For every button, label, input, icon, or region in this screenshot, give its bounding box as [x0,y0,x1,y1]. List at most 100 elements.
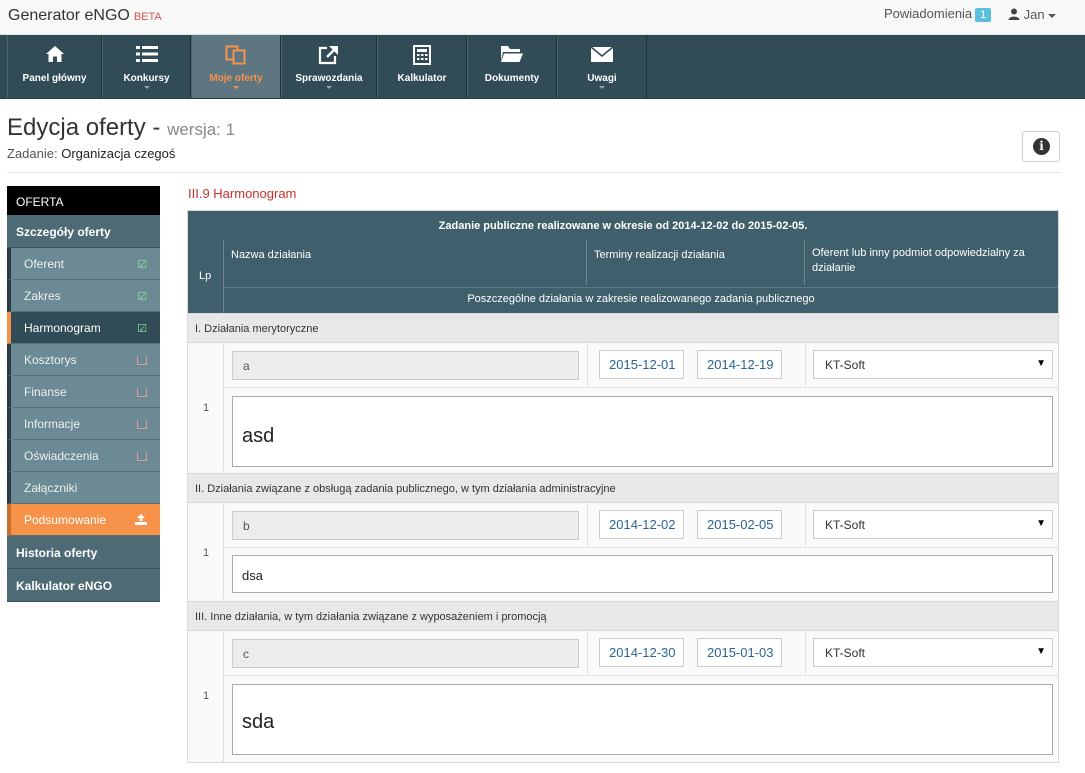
nav-label: Kalkulator [397,73,447,84]
envelope-icon [558,45,646,65]
action-name-field[interactable]: a [232,351,579,380]
date-from-field[interactable]: 2015-12-01 [599,350,684,379]
nav-item-sprawozdania[interactable]: Sprawozdania [281,35,377,98]
responsible-select[interactable]: KT-Soft ▼ [813,638,1053,667]
divider [805,631,806,675]
divider [805,343,806,387]
empty-square-icon [137,420,147,429]
date-to-field[interactable]: 2014-12-19 [697,350,782,379]
chevron-down-icon [599,86,605,89]
lp-value: 1 [203,402,210,414]
chevron-down-icon [143,86,150,89]
sidebar-item-kalkulator[interactable]: Kalkulator eNGO [7,569,160,602]
task-label: Zadanie: [7,146,58,161]
nav-item-kalkulator[interactable]: Kalkulator [377,35,467,98]
lp-value: 1 [203,690,210,702]
sidebar-item-zakres[interactable]: Zakres ☑ [7,280,160,312]
date-to-field[interactable]: 2015-02-05 [697,510,782,539]
responsible-select[interactable]: KT-Soft ▼ [813,350,1053,379]
sidebar-item-podsumowanie[interactable]: Podsumowanie [7,504,160,536]
user-menu[interactable]: Jan [1008,7,1056,22]
brand-logo[interactable]: Generator eNGO BETA [8,7,162,25]
version-label: wersja: 1 [167,120,236,139]
description-textarea[interactable]: sda [232,684,1053,755]
top-bar: Generator eNGO BETA Powiadomienia 1 Jan [0,0,1085,35]
sidebar-item-oferent[interactable]: Oferent ☑ [7,248,160,280]
nav-label: Uwagi [587,73,617,84]
notifications-link[interactable]: Powiadomienia 1 [884,6,992,22]
date-from-field[interactable]: 2014-12-30 [599,638,684,667]
nav-label: Moje oferty [209,73,263,84]
copy-icon [192,45,280,65]
action-name-field[interactable]: c [232,639,579,668]
sidebar-header: OFERTA [7,186,160,215]
col-lp: Lp [188,240,224,313]
divider [7,172,1060,173]
responsible-select[interactable]: KT-Soft ▼ [813,510,1053,539]
check-square-icon: ☑ [137,291,147,303]
folder-open-icon [468,45,556,65]
sidebar-item-kosztorys[interactable]: Kosztorys [7,344,160,376]
upload-icon [135,514,147,528]
date-from-field[interactable]: 2014-12-02 [599,510,684,539]
home-icon [8,45,101,65]
nav-item-dokumenty[interactable]: Dokumenty [467,35,557,98]
empty-square-icon [137,356,147,365]
section-title: III.9 Harmonogram [188,186,297,201]
nav-item-uwagi[interactable]: Uwagi [557,35,647,98]
offer-sidebar: OFERTA Szczegóły oferty Oferent ☑ Zakres… [7,186,160,602]
divider [224,287,1058,288]
table-row: 1 c 2014-12-30 2015-01-03 KT-Soft ▼ sda [188,631,1058,762]
nav-label: Konkursy [123,73,170,84]
sidebar-item-label: Podsumowanie [24,513,107,527]
check-square-icon: ☑ [137,259,147,271]
description-textarea[interactable]: dsa [232,555,1053,593]
period-text: Zadanie publiczne realizowane w okresie … [438,220,808,232]
sidebar-item-label: Oferent [24,257,65,271]
divider [587,631,588,675]
nav-item-konkursy[interactable]: Konkursy [102,35,191,98]
page-title-text: Edycja oferty - [7,114,161,141]
sidebar-item-historia[interactable]: Historia oferty [7,536,160,569]
group-header: I. Działania merytoryczne [188,313,1058,343]
sidebar-item-informacje[interactable]: Informacje [7,408,160,440]
table-row: 1 a 2015-12-01 2014-12-19 KT-Soft ▼ asd [188,343,1058,471]
dropdown-arrow-icon: ▼ [1036,646,1046,657]
date-to-field[interactable]: 2015-01-03 [697,638,782,667]
divider [587,503,588,547]
description-textarea[interactable]: asd [232,396,1053,467]
info-button[interactable]: i [1022,131,1060,162]
sidebar-item-label: Zakres [24,289,61,303]
divider [587,343,588,387]
subheader-text: Poszczególne działania w zakresie realiz… [467,293,815,305]
col-lp-label: Lp [199,270,212,282]
sidebar-item-szczegoly[interactable]: Szczegóły oferty [7,215,160,248]
external-link-icon [282,45,376,65]
action-name-field[interactable]: b [232,511,579,540]
sidebar-item-label: Harmonogram [24,321,101,335]
col-terms: Terminy realizacji działania [587,240,805,285]
lp-cell: 1 [188,631,224,762]
user-name: Jan [1023,7,1045,22]
responsible-value: KT-Soft [825,518,866,532]
table-header: Zadanie publiczne realizowane w okresie … [188,211,1058,313]
chevron-down-icon [233,86,239,89]
sidebar-item-label: Kosztorys [24,353,77,367]
main-navigation: Panel główny Konkursy Moje oferty Sprawo… [0,35,1085,99]
brand-name: Generator eNGO [8,7,130,24]
group-header: III. Inne działania, w tym działania zwi… [188,601,1058,631]
sidebar-item-finanse[interactable]: Finanse [7,376,160,408]
table-row: 1 b 2014-12-02 2015-02-05 KT-Soft ▼ dsa [188,503,1058,599]
sidebar-item-oswiadczenia[interactable]: Oświadczenia [7,440,160,472]
list-icon [103,45,190,65]
sidebar-item-zalaczniki[interactable]: Załączniki [7,472,160,504]
nav-item-moje-oferty[interactable]: Moje oferty [191,35,281,98]
lp-cell: 1 [188,343,224,471]
task-value: Organizacja czegoś [61,146,176,161]
nav-item-panel[interactable]: Panel główny [7,35,102,98]
check-square-icon: ☑ [137,323,147,335]
dropdown-arrow-icon: ▼ [1036,358,1046,369]
col-name: Nazwa działania [224,240,587,285]
sidebar-item-harmonogram[interactable]: Harmonogram ☑ [7,312,160,344]
divider [224,547,1058,548]
